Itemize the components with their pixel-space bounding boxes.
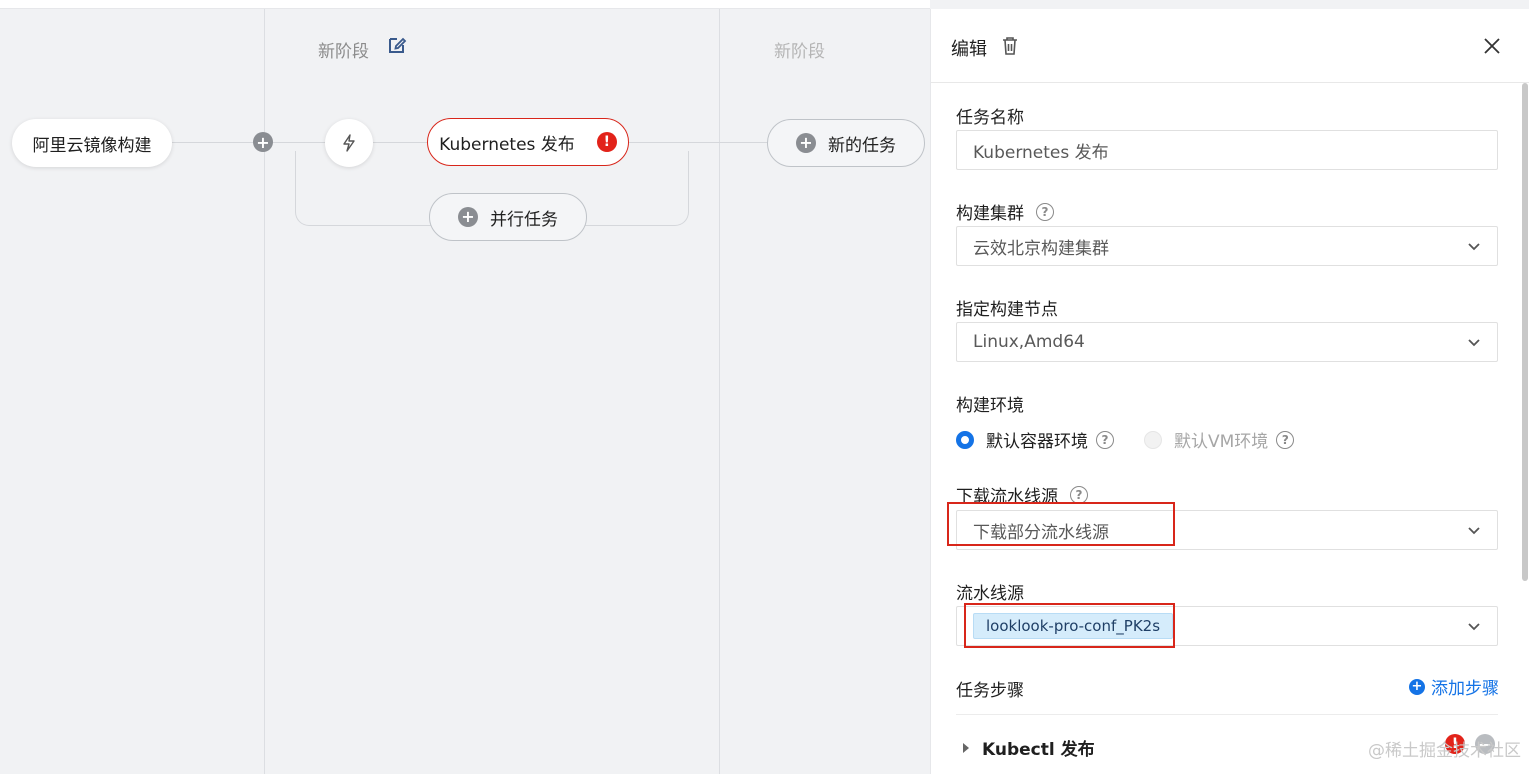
connector-line <box>628 142 768 143</box>
new-task-button[interactable]: + 新的任务 <box>767 119 925 167</box>
stage-divider <box>719 9 720 774</box>
step-row[interactable]: Kubectl 发布 <box>962 735 1095 760</box>
trash-icon[interactable] <box>1001 36 1019 56</box>
pipeline-canvas: 新阶段 新阶段 阿里云镜像构建 + Kubernetes 发布 ! + 并行任务… <box>0 9 930 774</box>
edit-icon[interactable] <box>387 35 407 55</box>
chevron-down-icon <box>1468 623 1480 631</box>
help-icon[interactable]: ? <box>1096 430 1114 449</box>
node-label: 指定构建节点 <box>956 300 1058 320</box>
source-label: 流水线源 <box>956 584 1024 604</box>
env-radio-group: 默认容器环境 ? 默认VM环境 ? <box>956 427 1295 452</box>
chevron-down-icon <box>1468 527 1480 535</box>
cluster-label: 构建集群 <box>956 204 1024 224</box>
trigger-button[interactable] <box>325 119 373 167</box>
error-icon: ! <box>596 132 617 152</box>
connector-line <box>372 142 428 143</box>
task-name-input[interactable]: Kubernetes 发布 <box>956 130 1498 170</box>
connector-line <box>170 142 260 143</box>
divider <box>956 714 1498 715</box>
stage-1-title: 新阶段 <box>318 42 369 62</box>
stage-divider <box>264 9 265 774</box>
add-step-button[interactable]: + 添加步骤 <box>1409 674 1499 699</box>
cluster-label-row: 构建集群 ? <box>956 199 1054 224</box>
env-label: 构建环境 <box>956 396 1024 416</box>
plus-icon: + <box>796 133 816 153</box>
task-node-kubernetes[interactable]: Kubernetes 发布 ! <box>427 118 629 166</box>
node-select[interactable]: Linux,Amd64 <box>956 322 1498 362</box>
steps-label: 任务步骤 <box>956 681 1024 701</box>
parallel-task-button[interactable]: + 并行任务 <box>429 193 587 241</box>
env-option-2: 默认VM环境 <box>1174 432 1269 452</box>
panel-header: 编辑 <box>931 9 1529 83</box>
radio-disabled <box>1144 430 1162 449</box>
task-node-label: Kubernetes 发布 <box>439 134 575 155</box>
node-value: Linux,Amd64 <box>973 332 1085 352</box>
highlight-box <box>947 502 1175 546</box>
plus-icon: + <box>458 207 478 227</box>
parallel-task-label: 并行任务 <box>490 209 558 230</box>
highlight-box <box>964 603 1175 648</box>
env-option-1[interactable]: 默认容器环境 <box>986 427 1088 452</box>
top-edge <box>0 0 930 9</box>
cluster-select[interactable]: 云效北京构建集群 <box>956 226 1498 266</box>
stage-2-title: 新阶段 <box>774 42 825 62</box>
scrollbar[interactable] <box>1521 83 1529 583</box>
step-label: Kubectl 发布 <box>982 740 1095 760</box>
add-stage-button[interactable]: + <box>253 132 273 152</box>
help-icon[interactable]: ? <box>1070 485 1088 504</box>
radio-selected[interactable] <box>956 430 974 449</box>
caret-right-icon[interactable] <box>962 742 970 753</box>
plus-circle-icon: + <box>1409 678 1425 695</box>
watermark: @稀土掘金技术社区 <box>1368 741 1521 761</box>
help-icon[interactable]: ? <box>1276 430 1295 449</box>
chevron-down-icon <box>1468 243 1480 251</box>
scroll-thumb[interactable] <box>1522 83 1528 581</box>
new-task-label: 新的任务 <box>828 135 896 156</box>
chevron-down-icon <box>1468 339 1480 347</box>
edit-panel: 编辑 任务名称 Kubernetes 发布 构建集群 ? 云效北京构建集群 指定… <box>930 9 1529 774</box>
task-name-label: 任务名称 <box>956 108 1024 128</box>
add-step-label: 添加步骤 <box>1431 679 1499 699</box>
lightning-icon <box>343 134 355 152</box>
source-node[interactable]: 阿里云镜像构建 <box>12 119 172 167</box>
panel-title: 编辑 <box>951 39 987 60</box>
close-icon[interactable] <box>1482 36 1502 56</box>
cluster-value: 云效北京构建集群 <box>973 238 1109 259</box>
help-icon[interactable]: ? <box>1036 202 1054 221</box>
connector-line <box>272 142 326 143</box>
